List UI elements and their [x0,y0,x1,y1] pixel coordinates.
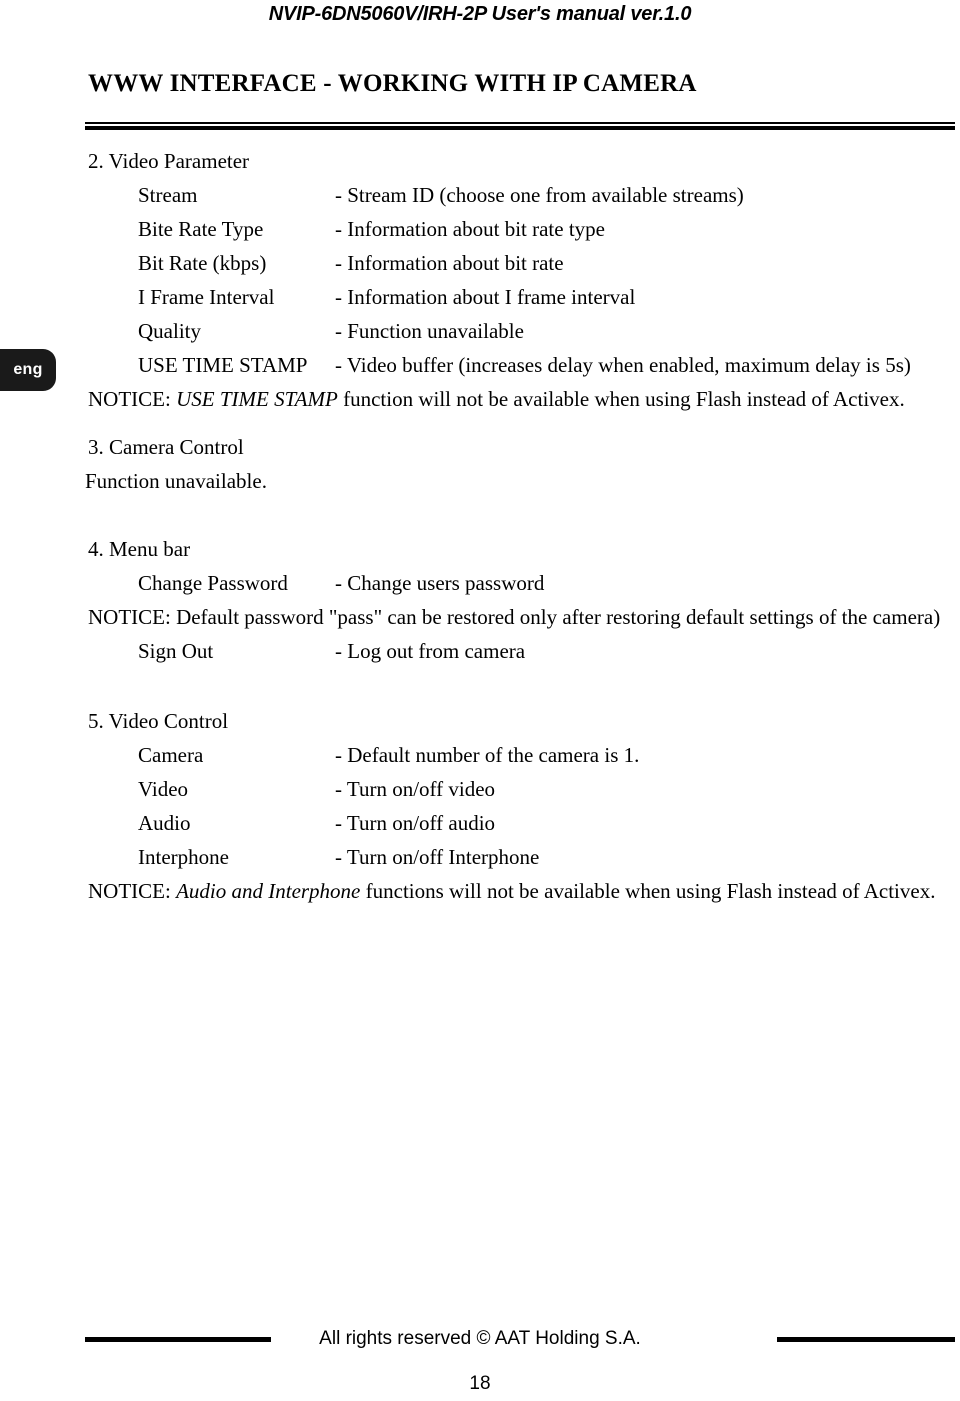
running-header: NVIP-6DN5060V/IRH-2P User's manual ver.1… [268,3,692,25]
section-body-camera-control: Function unavailable. [85,469,267,493]
notice-use-time-stamp: NOTICE: USE TIME STAMP function will not… [88,382,960,416]
definition-description: - Information about bit rate [335,251,564,275]
definition-row: Change Password - Change users password [0,566,960,600]
section-heading-video-control: 5. Video Control [88,709,229,733]
definition-term: Interphone [138,845,229,869]
definition-row: Quality - Function unavailable [0,314,960,348]
definition-description: - Information about bit rate type [335,217,605,241]
definition-row: I Frame Interval - Information about I f… [0,280,960,314]
page-number: 18 [469,1373,491,1394]
notice-suffix: functions will not be available when usi… [360,879,936,903]
definition-term: Audio [138,811,191,835]
notice-default-password: NOTICE: Default password "pass" can be r… [88,600,960,634]
notice-audio-interphone: NOTICE: Audio and Interphone functions w… [88,874,960,908]
definition-description: - Video buffer (increases delay when ena… [335,353,911,377]
notice-suffix: function will not be available when usin… [337,387,905,411]
definition-term: Change Password [138,571,288,595]
definition-row: Stream - Stream ID (choose one from avai… [0,178,960,212]
definition-term: Bit Rate (kbps) [138,251,267,275]
definition-row: Interphone - Turn on/off Interphone [0,840,960,874]
definition-term: Stream [138,183,198,207]
definition-description: - Default number of the camera is 1. [335,743,640,767]
definition-description: - Log out from camera [335,639,526,663]
title-divider [85,122,955,130]
definition-description: - Turn on/off Interphone [335,845,540,869]
definition-row: USE TIME STAMP - Video buffer (increases… [0,348,960,382]
definition-row: Camera - Default number of the camera is… [0,738,960,772]
definition-description: - Change users password [335,571,545,595]
definition-row: Sign Out - Log out from camera [0,634,960,668]
notice-prefix: NOTICE: [88,387,177,411]
notice-emphasis: USE TIME STAMP [176,387,338,411]
definition-description: - Turn on/off audio [335,811,496,835]
section-heading-menu-bar: 4. Menu bar [88,537,191,561]
definition-description: - Information about I frame interval [335,285,636,309]
definition-description: - Stream ID (choose one from available s… [335,183,744,207]
definition-term: Quality [138,319,201,343]
section-heading-video-parameter: 2. Video Parameter [88,149,250,173]
definition-description: - Turn on/off video [335,777,496,801]
definition-row: Audio - Turn on/off audio [0,806,960,840]
definition-row: Video - Turn on/off video [0,772,960,806]
document-page: NVIP-6DN5060V/IRH-2P User's manual ver.1… [0,0,960,1401]
definition-term: Camera [138,743,204,767]
definition-term: Sign Out [138,639,214,663]
definition-description: - Function unavailable [335,319,524,343]
divider-thick-line [85,126,955,130]
page-title: WWW INTERFACE - WORKING WITH IP CAMERA [88,70,697,97]
definition-term: USE TIME STAMP [138,353,308,377]
footer-copyright: All rights reserved © AAT Holding S.A. [319,1328,641,1349]
page-body: 2. Video Parameter Stream - Stream ID (c… [0,144,960,908]
section-heading-camera-control: 3. Camera Control [88,435,244,459]
definition-term: Video [138,777,189,801]
definition-row: Bite Rate Type - Information about bit r… [0,212,960,246]
notice-prefix: NOTICE: Default password "pass" can be r… [88,605,941,629]
definition-term: Bite Rate Type [138,217,264,241]
definition-term: I Frame Interval [138,285,275,309]
definition-row: Bit Rate (kbps) - Information about bit … [0,246,960,280]
notice-prefix: NOTICE: [88,879,177,903]
notice-emphasis: Audio and Interphone [176,879,361,903]
